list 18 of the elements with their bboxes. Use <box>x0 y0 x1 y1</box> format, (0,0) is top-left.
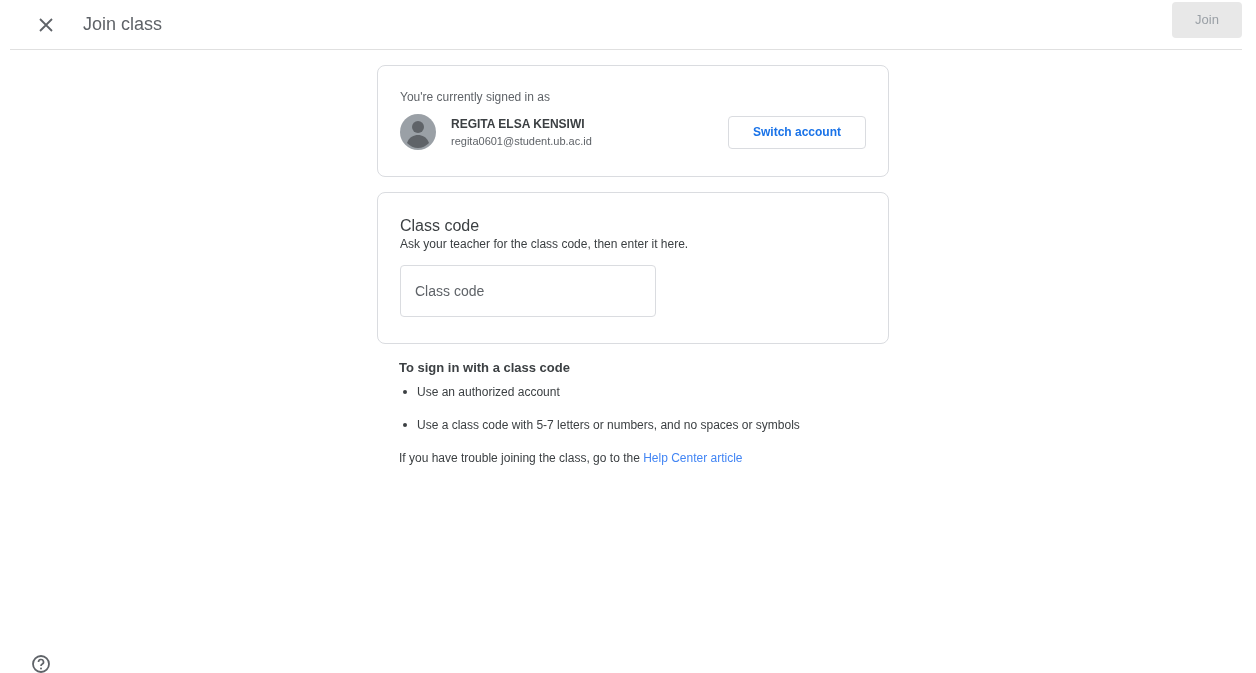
class-code-title: Class code <box>400 217 481 235</box>
instruction-item: Use a class code with 5-7 letters or numbers, and no spaces or symbols <box>417 418 800 432</box>
help-sentence: If you have trouble joining the class, go to the Help Center article <box>399 451 744 465</box>
bullet-icon <box>403 423 407 427</box>
account-email: regita0601@student.ub.ac.id <box>451 135 592 147</box>
avatar-icon <box>400 114 436 150</box>
help-center-link[interactable]: Help Center article <box>643 451 743 465</box>
instruction-item: Use an authorized account <box>417 385 560 399</box>
bullet-icon <box>403 390 407 394</box>
instructions-title: To sign in with a class code <box>399 360 571 375</box>
signed-in-caption: You're currently signed in as <box>400 90 551 104</box>
close-icon[interactable] <box>39 17 53 32</box>
switch-account-button[interactable]: Switch account <box>728 115 866 149</box>
page-title: Join class <box>83 14 163 35</box>
help-icon[interactable] <box>31 654 51 673</box>
class-code-hint: Ask your teacher for the class code, then enter it here. <box>400 237 690 251</box>
class-code-field[interactable]: Class code <box>400 265 656 317</box>
account-name: REGITA ELSA KENSIWI <box>451 117 586 131</box>
